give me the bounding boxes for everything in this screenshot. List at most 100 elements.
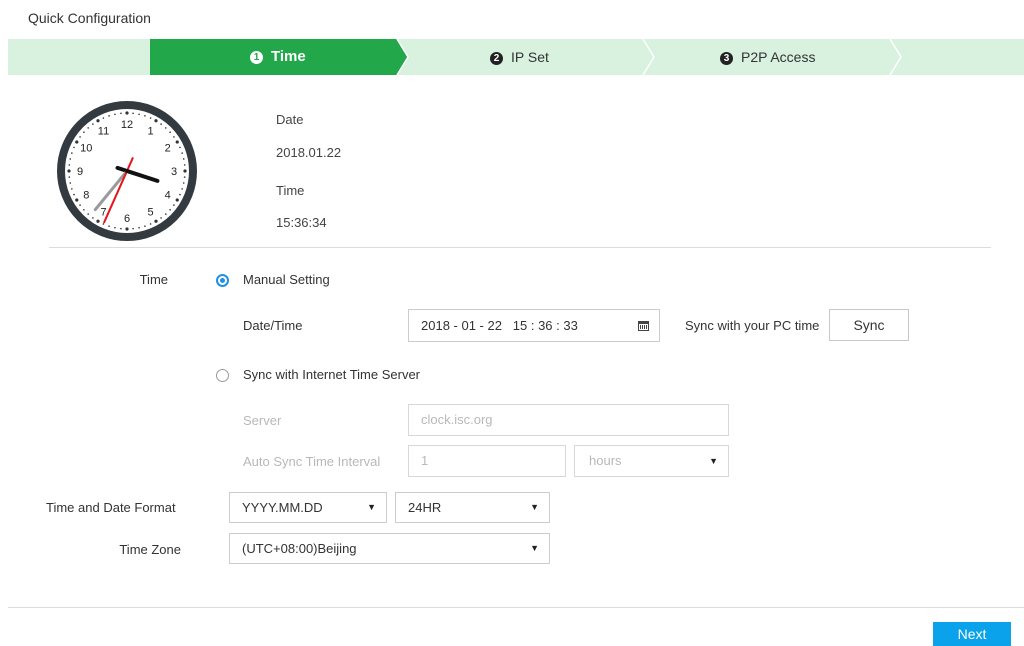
time-zone-value: (UTC+08:00)Beijing <box>242 541 357 556</box>
clock-tick <box>154 119 158 123</box>
clock-tick <box>92 123 94 125</box>
clock-tick <box>96 219 100 223</box>
clock-number: 12 <box>121 119 133 131</box>
step-number-icon: 1 <box>250 51 263 64</box>
clock-tick <box>71 152 73 154</box>
clock-tick <box>92 217 94 219</box>
clock-tick <box>182 158 185 160</box>
step-label: IP Set <box>511 49 549 65</box>
clock-tick <box>83 131 85 133</box>
step-number-icon: 3 <box>720 52 733 65</box>
clock-tick <box>125 227 129 231</box>
clock-tick <box>114 113 116 116</box>
time-zone-select[interactable]: (UTC+08:00)Beijing ▼ <box>229 533 550 564</box>
clock-number: 5 <box>147 207 153 219</box>
wizard-stepper: 1 Time 2 IP Set 3 P2P Access <box>8 39 1024 75</box>
clock-number: 4 <box>165 190 171 202</box>
hour-format-value: 24HR <box>408 500 442 515</box>
internet-time-server-radio[interactable] <box>216 369 229 382</box>
datetime-input[interactable]: 2018 - 01 - 22 15 : 36 : 33 <box>408 309 660 342</box>
date-value: 2018.01.22 <box>276 145 342 160</box>
clock-tick <box>132 227 134 230</box>
clock-tick <box>114 226 116 229</box>
clock-tick <box>175 198 179 202</box>
clock-tick <box>149 223 152 225</box>
section-divider <box>49 247 991 248</box>
clock-tick <box>96 119 100 123</box>
time-mode-label: Time <box>139 272 168 287</box>
clock-tick <box>173 204 175 206</box>
clock-tick <box>69 158 72 160</box>
calendar-icon[interactable] <box>638 321 649 331</box>
clock-tick <box>149 117 152 119</box>
manual-setting-radio[interactable] <box>216 274 229 287</box>
clock-tick <box>67 169 71 173</box>
clock-tick <box>160 123 162 125</box>
manual-setting-label[interactable]: Manual Setting <box>243 272 330 287</box>
clock-tick <box>79 204 81 206</box>
auto-sync-interval-input[interactable]: 1 <box>408 445 566 477</box>
clock-tick <box>182 182 185 184</box>
chevron-down-icon: ▼ <box>530 502 539 512</box>
clock-tick <box>165 213 167 215</box>
clock-tick <box>83 209 85 211</box>
step-time[interactable]: 1 Time <box>250 39 306 75</box>
clock-tick <box>169 209 171 211</box>
sync-button[interactable]: Sync <box>829 309 909 341</box>
clock-number: 3 <box>171 166 177 178</box>
clock-number: 6 <box>124 213 130 225</box>
clock-tick <box>87 127 89 129</box>
date-format-value: YYYY.MM.DD <box>242 500 323 515</box>
step-ip-set[interactable]: 2 IP Set <box>490 39 549 75</box>
clock-tick <box>165 127 167 129</box>
server-label: Server <box>243 413 282 428</box>
clock-center <box>125 169 129 173</box>
interval-unit-value: hours <box>589 453 622 468</box>
clock-tick <box>102 117 105 119</box>
clock-tick <box>87 213 89 215</box>
clock-number: 11 <box>98 125 109 137</box>
clock-tick <box>173 136 175 138</box>
clock-number: 2 <box>165 143 171 155</box>
step-number-icon: 2 <box>490 52 503 65</box>
interval-unit-select[interactable]: hours ▼ <box>574 445 729 477</box>
analog-clock-icon: 121234567891011 <box>57 101 197 241</box>
clock-tick <box>144 225 146 227</box>
chevron-down-icon: ▼ <box>367 502 376 512</box>
clock-tick <box>73 146 75 149</box>
clock-tick <box>79 136 81 138</box>
clock-tick <box>71 188 73 190</box>
clock-tick <box>183 169 187 173</box>
step-label: Time <box>271 48 306 65</box>
clock-tick <box>132 112 134 115</box>
time-value: 15:36:34 <box>276 215 327 230</box>
next-button[interactable]: Next <box>933 622 1011 646</box>
clock-tick <box>125 111 129 115</box>
clock-tick <box>120 112 122 115</box>
clock-tick <box>179 193 181 196</box>
footer-divider <box>8 607 1024 608</box>
clock-tick <box>138 226 140 229</box>
clock-tick <box>75 140 79 144</box>
clock-tick <box>183 176 186 178</box>
clock-tick <box>73 193 75 196</box>
datetime-value: 2018 - 01 - 22 15 : 36 : 33 <box>421 318 578 333</box>
server-input[interactable]: clock.isc.org <box>408 404 729 436</box>
sync-pc-time-label: Sync with your PC time <box>685 318 820 333</box>
clock-number: 8 <box>83 190 89 202</box>
page-title: Quick Configuration <box>28 10 151 26</box>
internet-time-server-label[interactable]: Sync with Internet Time Server <box>243 367 420 382</box>
auto-sync-interval-label: Auto Sync Time Interval <box>243 454 381 469</box>
clock-tick <box>138 113 140 116</box>
step-p2p-access[interactable]: 3 P2P Access <box>720 39 815 75</box>
date-label: Date <box>276 112 304 127</box>
hour-format-select[interactable]: 24HR ▼ <box>395 492 550 523</box>
clock-tick <box>181 188 183 190</box>
clock-tick <box>68 164 71 166</box>
clock-tick <box>154 219 158 223</box>
date-format-select[interactable]: YYYY.MM.DD ▼ <box>229 492 387 523</box>
clock-number: 9 <box>77 166 83 178</box>
clock-number: 1 <box>147 125 153 137</box>
clock-tick <box>69 182 72 184</box>
clock-tick <box>144 115 146 117</box>
